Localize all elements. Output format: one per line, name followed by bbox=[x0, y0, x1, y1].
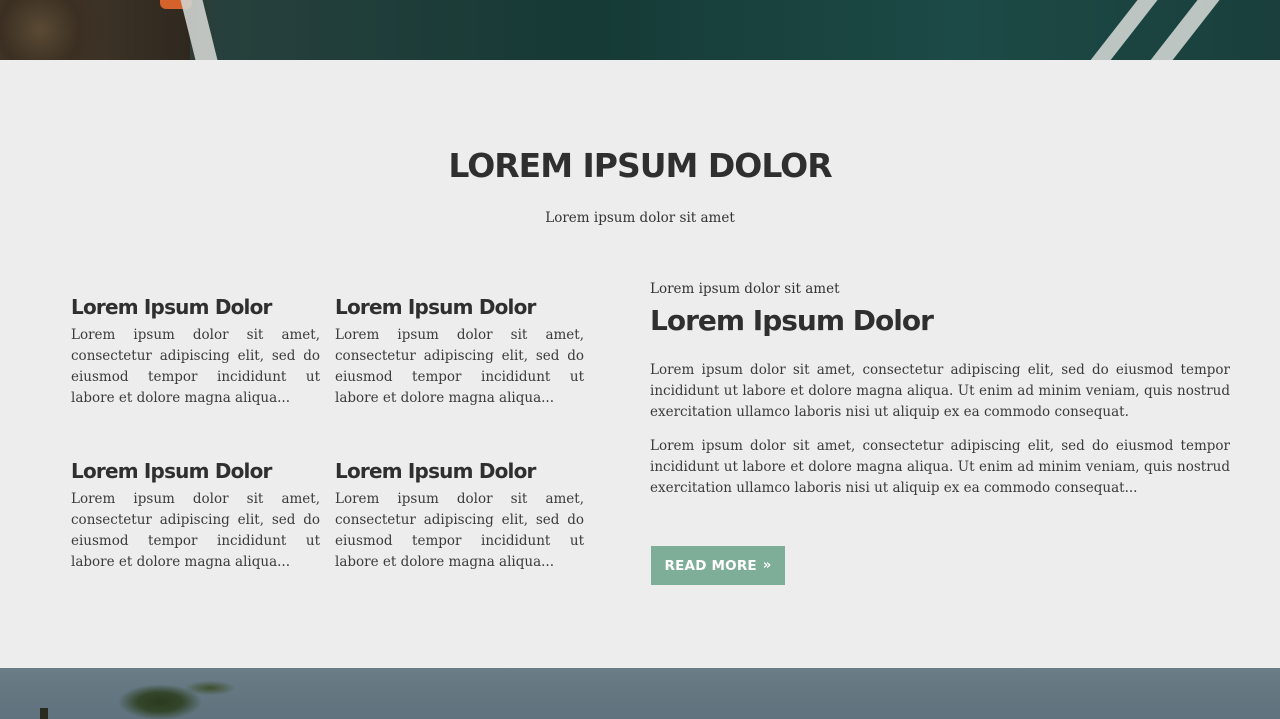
section-title: LOREM IPSUM DOLOR bbox=[448, 146, 832, 185]
feature-title: Lorem Ipsum Dolor bbox=[71, 295, 272, 319]
tree-trunk bbox=[40, 708, 48, 719]
feature-item-2: Lorem Ipsum Dolor Lorem ipsum dolor sit … bbox=[335, 293, 584, 409]
read-more-button[interactable]: READ MORE » bbox=[651, 546, 785, 585]
feature-title: Lorem Ipsum Dolor bbox=[335, 295, 536, 319]
feature-item-3: Lorem Ipsum Dolor Lorem ipsum dolor sit … bbox=[71, 457, 320, 573]
feature-text: Lorem ipsum dolor sit amet, consectetur … bbox=[335, 327, 584, 406]
side-title: Lorem Ipsum Dolor bbox=[650, 304, 934, 337]
side-content: Lorem ipsum dolor sit amet Lorem Ipsum D… bbox=[650, 280, 1230, 512]
side-paragraph-2: Lorem ipsum dolor sit amet, consectetur … bbox=[650, 438, 1230, 496]
hero-image-bottom bbox=[0, 0, 1280, 60]
read-more-label: READ MORE bbox=[664, 557, 757, 574]
feature-item-4: Lorem Ipsum Dolor Lorem ipsum dolor sit … bbox=[335, 457, 584, 573]
feature-text: Lorem ipsum dolor sit amet, consectetur … bbox=[71, 327, 320, 406]
double-chevron-right-icon: » bbox=[762, 558, 772, 573]
hero-ground bbox=[0, 0, 190, 60]
feature-text: Lorem ipsum dolor sit amet, consectetur … bbox=[335, 491, 584, 570]
feature-item-1: Lorem Ipsum Dolor Lorem ipsum dolor sit … bbox=[71, 293, 320, 409]
side-kicker: Lorem ipsum dolor sit amet bbox=[650, 281, 840, 297]
section-subtitle: Lorem ipsum dolor sit amet bbox=[545, 210, 735, 226]
tree-silhouette bbox=[100, 668, 240, 719]
next-section-image-top bbox=[0, 668, 1280, 719]
feature-title: Lorem Ipsum Dolor bbox=[335, 459, 536, 483]
road-line-right-2 bbox=[1135, 0, 1243, 60]
feature-title: Lorem Ipsum Dolor bbox=[71, 459, 272, 483]
side-paragraph-1: Lorem ipsum dolor sit amet, consectetur … bbox=[650, 362, 1230, 420]
feature-text: Lorem ipsum dolor sit amet, consectetur … bbox=[71, 491, 320, 570]
